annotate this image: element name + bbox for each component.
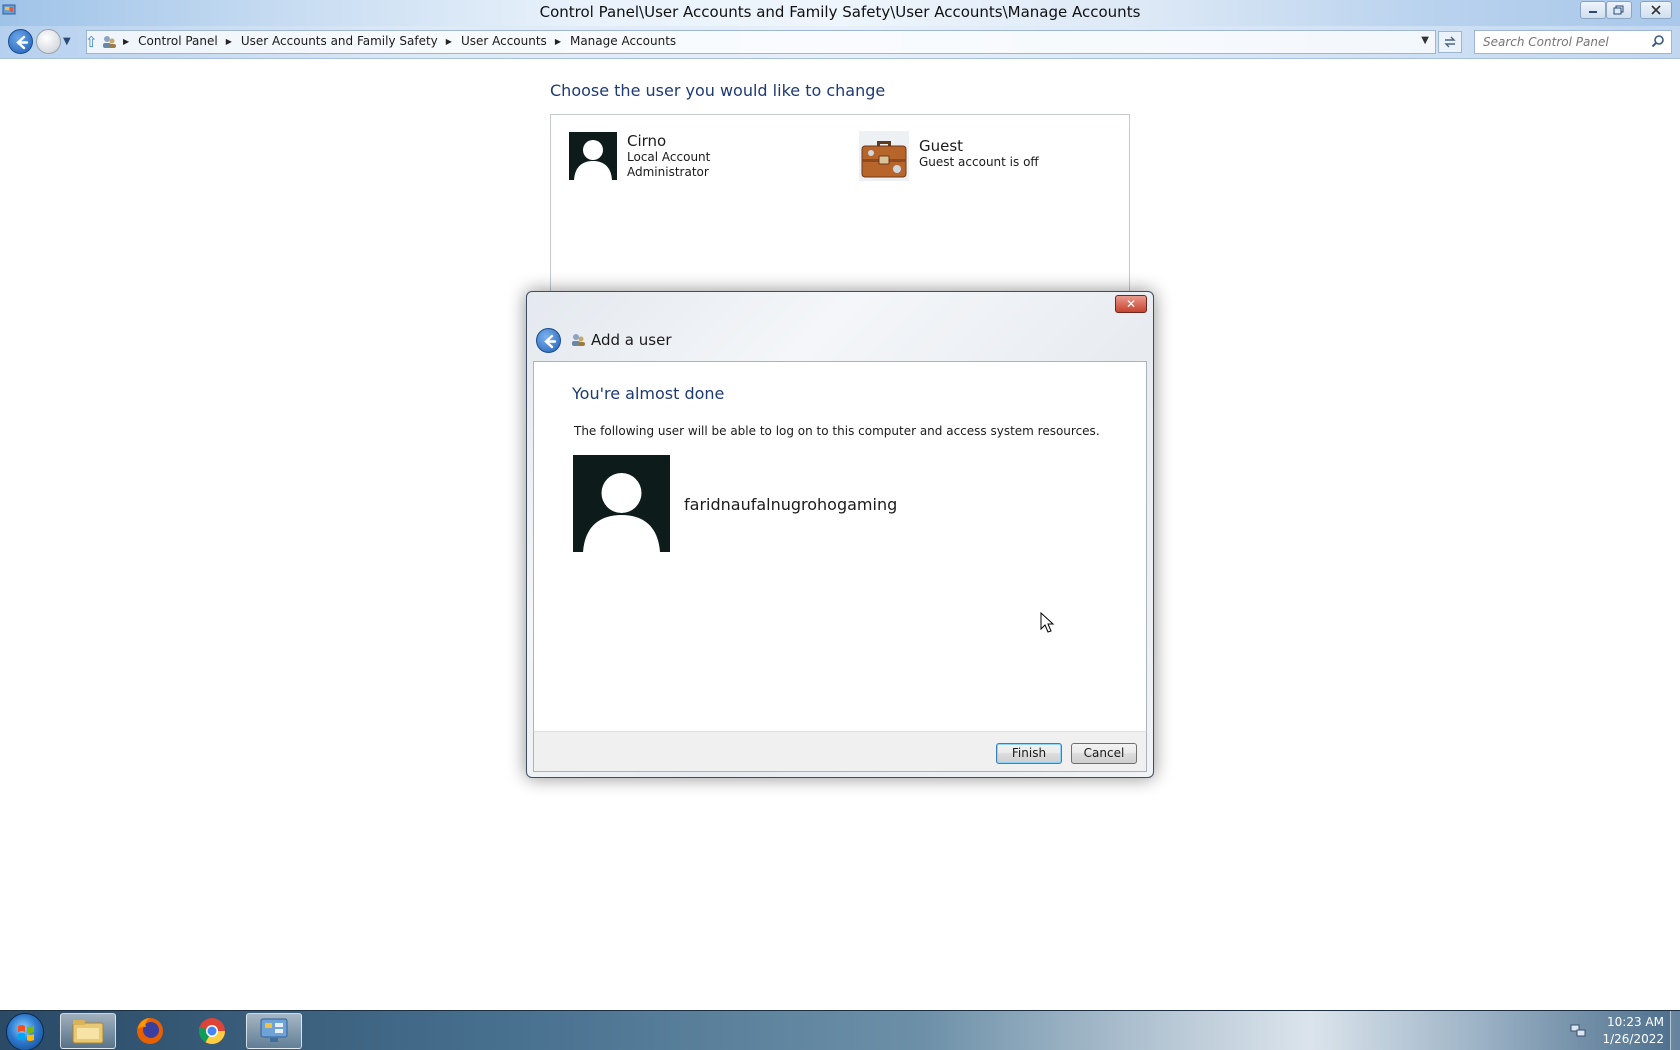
user-silhouette-icon (569, 132, 617, 180)
window-title: Control Panel\User Accounts and Family S… (539, 3, 1141, 21)
show-desktop-button[interactable] (1670, 1011, 1680, 1050)
up-arrow-icon[interactable]: ⇧ (85, 33, 99, 51)
add-user-dialog: ✕ Add a user You're almost done The foll… (526, 291, 1154, 778)
account-info: Guest Guest account is off (919, 131, 1039, 181)
account-name: Guest (919, 137, 964, 155)
back-button[interactable] (8, 29, 33, 54)
minimize-button[interactable] (1580, 1, 1606, 19)
breadcrumb-user-accounts-family-safety[interactable]: User Accounts and Family Safety (241, 34, 438, 48)
windows-logo-icon (18, 1025, 34, 1041)
dialog-description: The following user will be able to log o… (574, 424, 1100, 438)
briefcase-icon (859, 131, 909, 181)
dialog-body: You're almost done The following user wi… (533, 361, 1147, 739)
account-status: Guest account is off (919, 155, 1039, 169)
dialog-heading: You're almost done (572, 384, 725, 403)
breadcrumb[interactable]: ⇧ ▶ Control Panel ▶ User Accounts and Fa… (85, 30, 1436, 54)
account-name: Cirno (627, 132, 667, 150)
cancel-button[interactable]: Cancel (1071, 743, 1137, 764)
system-clock[interactable]: 10:23 AM 1/26/2022 (1592, 1014, 1664, 1048)
finish-button[interactable]: Finish (996, 743, 1062, 764)
account-role: Administrator (627, 165, 709, 179)
network-icon[interactable] (1570, 1024, 1586, 1038)
restore-button[interactable] (1606, 1, 1632, 19)
close-icon (1651, 5, 1661, 15)
new-user-name: faridnaufalnugrohogaming (684, 495, 898, 514)
chrome-icon (198, 1018, 226, 1045)
breadcrumb-separator-icon[interactable]: ▶ (555, 37, 561, 46)
dialog-close-button[interactable]: ✕ (1115, 295, 1147, 313)
control-panel-icon (260, 1018, 288, 1042)
user-accounts-icon (103, 36, 116, 48)
user-accounts-icon (572, 334, 585, 346)
breadcrumb-control-panel[interactable]: Control Panel (138, 34, 218, 48)
taskbar-explorer-button[interactable] (60, 1013, 116, 1049)
firefox-icon (137, 1018, 163, 1044)
breadcrumb-trail: ▶ Control Panel ▶ User Accounts and Fami… (123, 34, 676, 48)
breadcrumb-user-accounts[interactable]: User Accounts (461, 34, 547, 48)
mouse-pointer-icon (1040, 612, 1055, 633)
clock-date: 1/26/2022 (1602, 1032, 1664, 1046)
taskbar-firefox-button[interactable] (122, 1013, 178, 1049)
user-silhouette-icon (573, 455, 670, 552)
taskbar: 10:23 AM 1/26/2022 (0, 1010, 1680, 1050)
search-box[interactable] (1474, 30, 1672, 54)
breadcrumb-manage-accounts[interactable]: Manage Accounts (570, 34, 676, 48)
account-tile-cirno[interactable]: Cirno Local Account Administrator (569, 132, 710, 180)
breadcrumb-separator-icon[interactable]: ▶ (226, 37, 232, 46)
refresh-button[interactable] (1438, 31, 1462, 53)
account-type: Local Account (627, 150, 711, 164)
minimize-icon (1589, 11, 1597, 13)
taskbar-chrome-button[interactable] (184, 1013, 240, 1049)
address-toolbar: ▼ ⇧ ▶ Control Panel ▶ User Accounts and … (0, 26, 1680, 59)
back-arrow-icon (544, 334, 557, 349)
refresh-icon (1444, 36, 1456, 48)
back-arrow-icon (16, 35, 29, 50)
windows-explorer-icon (72, 1020, 104, 1044)
dialog-footer: Finish Cancel (533, 731, 1147, 772)
page-heading: Choose the user you would like to change (550, 81, 886, 100)
clock-time: 10:23 AM (1607, 1015, 1664, 1029)
address-dropdown[interactable]: ▼ (1421, 35, 1429, 46)
accounts-list: Cirno Local Account Administrator Guest … (550, 114, 1130, 294)
breadcrumb-separator-icon[interactable]: ▶ (446, 37, 452, 46)
account-tile-guest[interactable]: Guest Guest account is off (859, 131, 1039, 181)
taskbar-control-panel-button[interactable] (246, 1013, 302, 1049)
search-input[interactable] (1475, 31, 1645, 53)
recent-pages-dropdown[interactable]: ▼ (63, 36, 71, 47)
window-titlebar: Control Panel\User Accounts and Family S… (0, 0, 1680, 26)
start-button[interactable] (6, 1013, 44, 1050)
breadcrumb-separator-icon[interactable]: ▶ (123, 37, 129, 46)
account-info: Cirno Local Account Administrator (627, 132, 710, 180)
forward-button[interactable] (36, 29, 61, 54)
dialog-back-button[interactable] (536, 328, 561, 353)
search-icon[interactable] (1651, 34, 1665, 48)
restore-icon (1613, 5, 1624, 15)
dialog-title: Add a user (591, 331, 672, 349)
close-window-button[interactable] (1640, 1, 1672, 19)
